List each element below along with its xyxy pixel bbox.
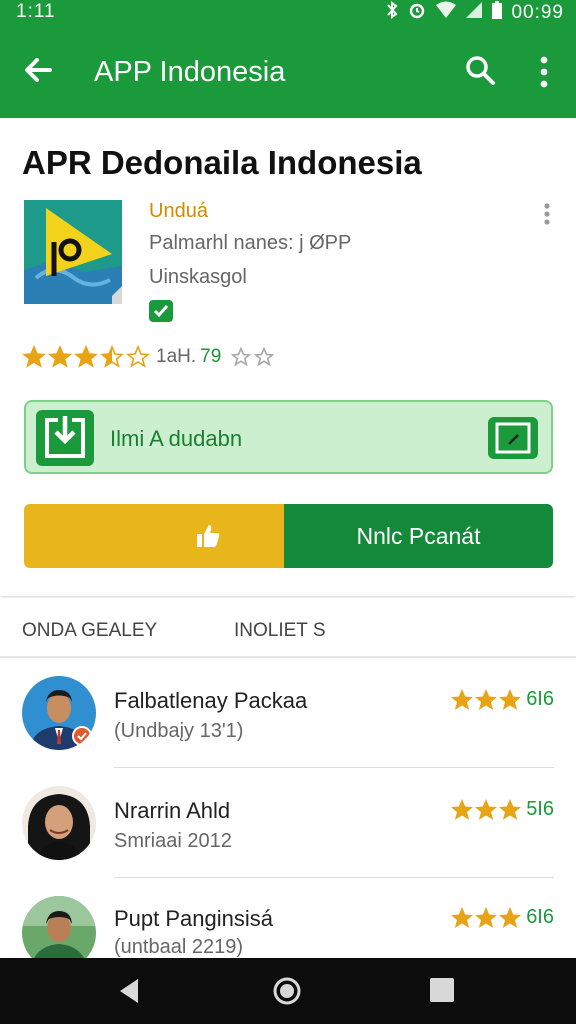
star-icon (22, 345, 46, 368)
tab-reviews[interactable]: INOLIET S (234, 620, 326, 642)
rating-number: 79 (200, 346, 222, 367)
star-icon (74, 345, 98, 368)
divider (114, 767, 554, 768)
nav-home-icon[interactable] (272, 976, 302, 1006)
avatar (22, 786, 96, 860)
reviewer-subtitle: Smriaai 2012 (114, 830, 232, 852)
back-arrow-icon[interactable] (20, 52, 56, 88)
star-icon (451, 798, 474, 820)
open-button[interactable]: Nnlc Pcanát (284, 504, 553, 568)
install-label: Ilmi A dudabn (110, 426, 243, 451)
publisher-name[interactable]: Unduá (149, 200, 208, 223)
section-tabs: ONDA GEALEY INOLIET S (0, 598, 576, 658)
star-icon (100, 345, 124, 368)
star-icon (126, 345, 150, 368)
reviewer-rating-number: 5I6 (526, 798, 554, 820)
reviewer-rating-number: 6I6 (526, 688, 554, 710)
star-icon (475, 798, 498, 820)
app-rating-row: 1aH. 79 (22, 342, 275, 372)
wifi-icon (435, 1, 457, 25)
app-meta-line-2: Uinskasgol (149, 266, 247, 288)
status-bar: 1:11 00:99 (0, 0, 576, 28)
tab-gallery[interactable]: ONDA GEALEY (22, 620, 157, 642)
thumbs-up-icon (194, 522, 222, 555)
reviewer-rating-number: 6I6 (526, 906, 554, 928)
reviewer-name: Pupt Panginsisá (114, 906, 273, 931)
app-bar: APP Indonesia (0, 28, 576, 118)
reviewer-name: Nrarrin Ahld (114, 798, 231, 823)
outline-star-icon[interactable] (254, 347, 275, 367)
reviewer-rating: 5I6 (451, 798, 554, 821)
nav-back-icon[interactable] (116, 976, 142, 1006)
card-more-icon[interactable] (536, 200, 558, 228)
list-item[interactable]: Nrarrin Ahld Smriaai 2012 5I6 (0, 770, 576, 880)
install-banner[interactable]: Ilmi A dudabn (24, 400, 553, 474)
app-meta-line-1: Palmarhl nanes: j ØPP (149, 232, 352, 254)
bluetooth-icon (385, 1, 399, 25)
star-icon (475, 906, 498, 928)
nav-recents-icon[interactable] (430, 978, 454, 1002)
reviewer-stars (451, 798, 522, 821)
screen-check-icon[interactable] (488, 417, 538, 459)
app-name: APR Dedonaila Indonesia (22, 144, 422, 181)
battery-icon (491, 0, 503, 26)
star-icon (499, 798, 522, 820)
more-vert-icon[interactable] (530, 52, 558, 92)
app-rating-stars (22, 345, 150, 369)
app-bar-title: APP Indonesia (94, 56, 286, 88)
alarm-icon (407, 0, 427, 26)
status-time: 1:11 (16, 1, 56, 22)
reviewer-rating: 6I6 (451, 688, 554, 711)
avatar (22, 676, 96, 750)
divider (114, 877, 554, 878)
editors-choice-badge-icon (149, 300, 173, 322)
reviewer-subtitle: (Undbaįy 13'1) (114, 720, 244, 742)
signal-icon (465, 1, 483, 25)
app-logo-icon (24, 200, 122, 304)
reviewer-stars (451, 688, 522, 711)
status-icons: 00:99 (385, 0, 564, 26)
reviewer-rating: 6I6 (451, 906, 554, 929)
search-icon[interactable] (462, 52, 498, 88)
reviewer-name: Falbatlenay Packaa (114, 688, 308, 713)
list-item[interactable]: Falbatlenay Packaa (Undbaįy 13'1) 6I6 (0, 660, 576, 770)
star-icon (499, 688, 522, 710)
star-icon (475, 688, 498, 710)
star-icon (451, 906, 474, 928)
top-app-bar: 1:11 00:99 APP Indonesia (0, 0, 576, 118)
rating-count-text: 1aH. (156, 346, 197, 367)
reviewer-subtitle: (untbaal 2219) (114, 936, 243, 958)
status-clock: 00:99 (511, 2, 564, 23)
rate-app-stars[interactable] (231, 347, 275, 367)
star-icon (499, 906, 522, 928)
reviewer-stars (451, 906, 522, 929)
star-icon (451, 688, 474, 710)
system-nav-bar (0, 958, 576, 1024)
outline-star-icon[interactable] (231, 347, 252, 367)
star-icon (48, 345, 72, 368)
like-button[interactable] (24, 504, 284, 568)
download-icon (36, 410, 94, 466)
app-details-card: APR Dedonaila Indonesia Unduá Palmarhl n… (0, 120, 576, 596)
